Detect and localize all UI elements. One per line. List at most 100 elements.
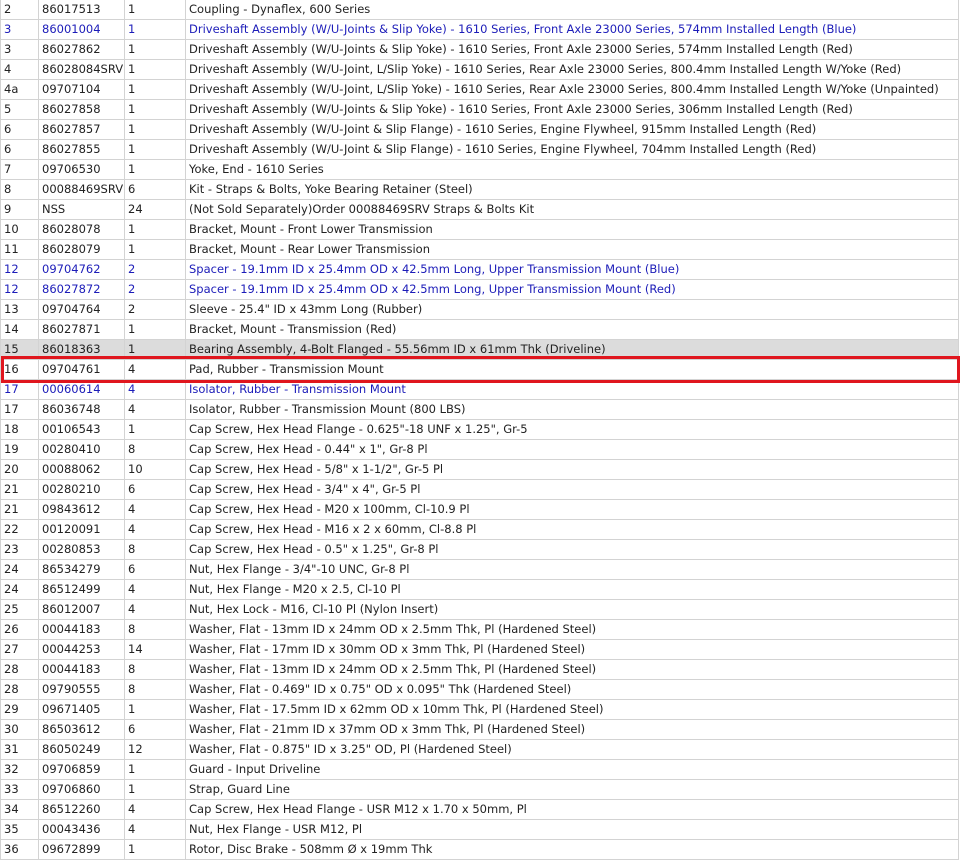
table-row[interactable]: 15 86018363 1 Bearing Assembly, 4-Bolt Flan… (0, 339, 959, 360)
table-row[interactable]: 21 09843612 4 Cap Screw, Hex Head - M20 x 1… (0, 499, 959, 520)
quantity-cell: 4 (124, 819, 186, 840)
table-row[interactable]: 5 86027858 1 Driveshaft Assembly (W/U-Joint… (0, 99, 959, 120)
quantity-cell[interactable]: 2 (124, 279, 186, 300)
description-cell: Bracket, Mount - Front Lower Transmissio… (185, 219, 959, 240)
table-row[interactable]: 30 86503612 6 Washer, Flat - 21mm ID x 37mm… (0, 719, 959, 740)
table-row[interactable]: 18 00106543 1 Cap Screw, Hex Head Flange - … (0, 419, 959, 440)
item-number-cell: 16 (0, 359, 39, 380)
description-cell: Washer, Flat - 17mm ID x 30mm OD x 3mm T… (185, 639, 959, 660)
description-cell[interactable]: Isolator, Rubber - Transmission Mount (185, 379, 959, 400)
table-row[interactable]: 14 86027871 1 Bracket, Mount - Transmission… (0, 319, 959, 340)
part-number-cell[interactable]: 86027872 (38, 279, 125, 300)
quantity-cell[interactable]: 1 (124, 19, 186, 40)
item-number-cell: 21 (0, 479, 39, 500)
quantity-cell[interactable]: 2 (124, 259, 186, 280)
table-row[interactable]: 28 09790555 8 Washer, Flat - 0.469" ID x 0.… (0, 679, 959, 700)
description-cell: Isolator, Rubber - Transmission Mount (8… (185, 399, 959, 420)
item-number-cell[interactable]: 12 (0, 259, 39, 280)
table-row[interactable]: 6 86027857 1 Driveshaft Assembly (W/U-Joint… (0, 119, 959, 140)
part-number-cell: 09704764 (38, 299, 125, 320)
table-row[interactable]: 16 09704761 4 Pad, Rubber - Transmission Mo… (0, 359, 959, 380)
description-cell: Driveshaft Assembly (W/U-Joint & Slip Fl… (185, 139, 959, 160)
item-number-cell[interactable]: 17 (0, 379, 39, 400)
table-row[interactable]: 9 NSS 24 (Not Sold Separately)Order 0008846… (0, 199, 959, 220)
part-number-cell[interactable]: 00060614 (38, 379, 125, 400)
table-row[interactable]: 2 86017513 1 Coupling - Dynaflex, 600 Serie… (0, 0, 959, 20)
table-row[interactable]: 28 00044183 8 Washer, Flat - 13mm ID x 24mm… (0, 659, 959, 680)
quantity-cell: 4 (124, 399, 186, 420)
item-number-cell[interactable]: 12 (0, 279, 39, 300)
table-row[interactable]: 20 00088062 10 Cap Screw, Hex Head - 5/8" x… (0, 459, 959, 480)
table-row[interactable]: 24 86512499 4 Nut, Hex Flange - M20 x 2.5, … (0, 579, 959, 600)
description-cell: Cap Screw, Hex Head - M16 x 2 x 60mm, Cl… (185, 519, 959, 540)
table-row[interactable]: 17 00060614 4 Isolator, Rubber - Transmissi… (0, 379, 959, 400)
part-number-cell[interactable]: 09704762 (38, 259, 125, 280)
part-number-cell: 86017513 (38, 0, 125, 20)
item-number-cell: 6 (0, 119, 39, 140)
part-number-cell: 00044183 (38, 659, 125, 680)
table-row[interactable]: 36 09672899 1 Rotor, Disc Brake - 508mm Ø x… (0, 839, 959, 860)
table-row[interactable]: 8 00088469SRV 6 Kit - Straps & Bolts, Yoke … (0, 179, 959, 200)
part-number-cell: 86503612 (38, 719, 125, 740)
part-number-cell[interactable]: 86001004 (38, 19, 125, 40)
table-row[interactable]: 32 09706859 1 Guard - Input Driveline (0, 759, 959, 780)
table-row[interactable]: 21 00280210 6 Cap Screw, Hex Head - 3/4" x … (0, 479, 959, 500)
table-row[interactable]: 26 00044183 8 Washer, Flat - 13mm ID x 24mm… (0, 619, 959, 640)
description-cell: (Not Sold Separately)Order 00088469SRV S… (185, 199, 959, 220)
part-number-cell: 00280210 (38, 479, 125, 500)
table-row[interactable]: 34 86512260 4 Cap Screw, Hex Head Flange - … (0, 799, 959, 820)
part-number-cell: 86027857 (38, 119, 125, 140)
description-cell[interactable]: Driveshaft Assembly (W/U-Joints & Slip Y… (185, 19, 959, 40)
item-number-cell: 23 (0, 539, 39, 560)
description-cell[interactable]: Spacer - 19.1mm ID x 25.4mm OD x 42.5mm … (185, 259, 959, 280)
part-number-cell: 86018363 (38, 339, 125, 360)
quantity-cell[interactable]: 4 (124, 379, 186, 400)
item-number-cell: 11 (0, 239, 39, 260)
part-number-cell: 00280410 (38, 439, 125, 460)
description-cell: Cap Screw, Hex Head Flange - 0.625"-18 U… (185, 419, 959, 440)
item-number-cell: 2 (0, 0, 39, 20)
item-number-cell[interactable]: 3 (0, 19, 39, 40)
table-row[interactable]: 10 86028078 1 Bracket, Mount - Front Lower … (0, 219, 959, 240)
description-cell: Cap Screw, Hex Head - 0.5" x 1.25", Gr-8… (185, 539, 959, 560)
table-row[interactable]: 3 86027862 1 Driveshaft Assembly (W/U-Joint… (0, 39, 959, 60)
part-number-cell: 09706530 (38, 159, 125, 180)
table-row[interactable]: 13 09704764 2 Sleeve - 25.4" ID x 43mm Long… (0, 299, 959, 320)
quantity-cell: 4 (124, 579, 186, 600)
table-row[interactable]: 23 00280853 8 Cap Screw, Hex Head - 0.5" x … (0, 539, 959, 560)
table-row[interactable]: 27 00044253 14 Washer, Flat - 17mm ID x 30m… (0, 639, 959, 660)
part-number-cell: 86027871 (38, 319, 125, 340)
part-number-cell: 86534279 (38, 559, 125, 580)
table-row[interactable]: 12 09704762 2 Spacer - 19.1mm ID x 25.4mm O… (0, 259, 959, 280)
table-row[interactable]: 17 86036748 4 Isolator, Rubber - Transmissi… (0, 399, 959, 420)
table-row[interactable]: 7 09706530 1 Yoke, End - 1610 Series (0, 159, 959, 180)
table-row[interactable]: 4a 09707104 1 Driveshaft Assembly (W/U-Join… (0, 79, 959, 100)
table-row[interactable]: 35 00043436 4 Nut, Hex Flange - USR M12, Pl (0, 819, 959, 840)
item-number-cell: 28 (0, 659, 39, 680)
quantity-cell: 1 (124, 99, 186, 120)
quantity-cell: 6 (124, 559, 186, 580)
table-row[interactable]: 29 09671405 1 Washer, Flat - 17.5mm ID x 62… (0, 699, 959, 720)
table-row[interactable]: 3 86001004 1 Driveshaft Assembly (W/U-Joint… (0, 19, 959, 40)
table-row[interactable]: 25 86012007 4 Nut, Hex Lock - M16, Cl-10 Pl… (0, 599, 959, 620)
table-row[interactable]: 19 00280410 8 Cap Screw, Hex Head - 0.44" x… (0, 439, 959, 460)
part-number-cell: 00043436 (38, 819, 125, 840)
item-number-cell: 4a (0, 79, 39, 100)
table-row[interactable]: 31 86050249 12 Washer, Flat - 0.875" ID x 3… (0, 739, 959, 760)
item-number-cell: 7 (0, 159, 39, 180)
table-row[interactable]: 22 00120091 4 Cap Screw, Hex Head - M16 x 2… (0, 519, 959, 540)
description-cell: Cap Screw, Hex Head Flange - USR M12 x 1… (185, 799, 959, 820)
description-cell[interactable]: Spacer - 19.1mm ID x 25.4mm OD x 42.5mm … (185, 279, 959, 300)
table-row[interactable]: 6 86027855 1 Driveshaft Assembly (W/U-Joint… (0, 139, 959, 160)
table-row[interactable]: 12 86027872 2 Spacer - 19.1mm ID x 25.4mm O… (0, 279, 959, 300)
description-cell: Bearing Assembly, 4-Bolt Flanged - 55.56… (185, 339, 959, 360)
table-row[interactable]: 4 86028084SRV 1 Driveshaft Assembly (W/U-Jo… (0, 59, 959, 80)
item-number-cell: 25 (0, 599, 39, 620)
table-row[interactable]: 11 86028079 1 Bracket, Mount - Rear Lower T… (0, 239, 959, 260)
quantity-cell: 12 (124, 739, 186, 760)
part-number-cell: 09671405 (38, 699, 125, 720)
table-row[interactable]: 33 09706860 1 Strap, Guard Line (0, 779, 959, 800)
quantity-cell: 1 (124, 339, 186, 360)
table-row[interactable]: 24 86534279 6 Nut, Hex Flange - 3/4"-10 UNC… (0, 559, 959, 580)
description-cell: Nut, Hex Flange - M20 x 2.5, Cl-10 Pl (185, 579, 959, 600)
